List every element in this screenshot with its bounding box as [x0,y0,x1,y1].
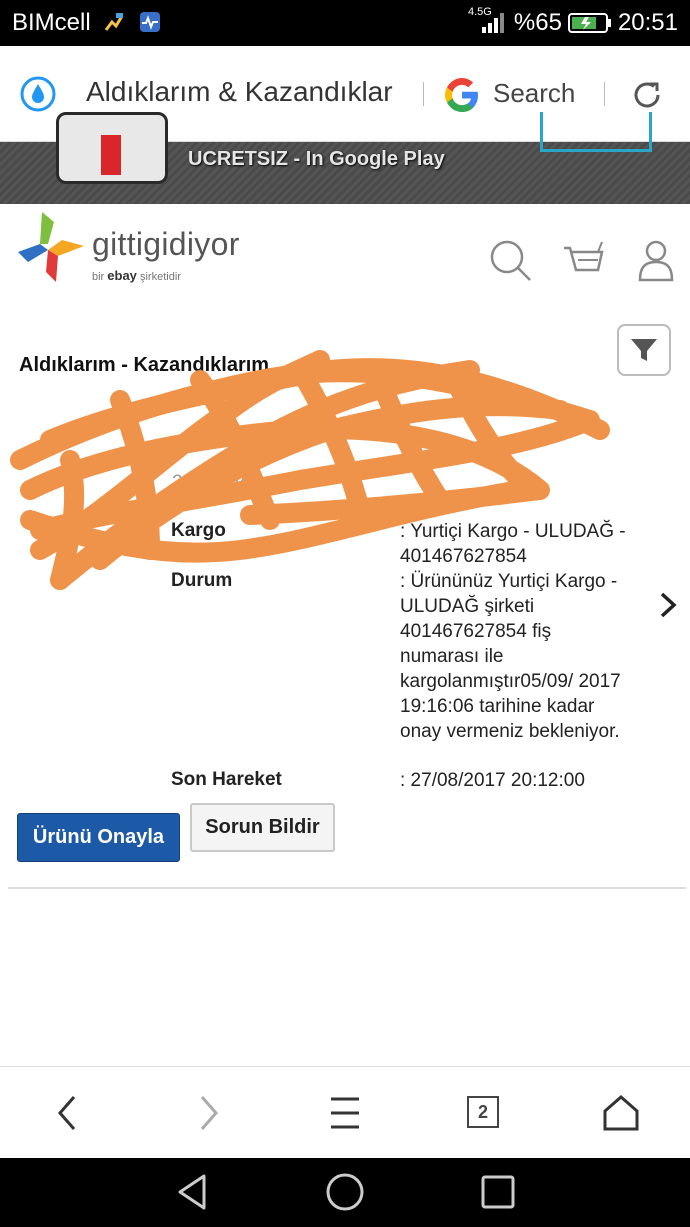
status-right: %65 20:51 [480,9,678,37]
logo-sub-prefix: bir [92,271,108,283]
cleaner-icon [104,13,124,31]
clock: 20:51 [617,9,678,36]
site-logo-subtitle: bir ebay şirketidir [92,268,181,283]
field-value-last-action: : 27/08/2017 20:12:00 [400,770,585,791]
browser-bottom-nav: 2 [0,1066,690,1158]
app-banner-text: UCRETSIZ - In Google Play [188,148,445,170]
app-logo-icon [56,112,168,184]
back-icon[interactable] [48,1093,88,1133]
site-security-icon[interactable] [18,74,58,114]
search-label[interactable]: Search [493,78,575,109]
home-icon[interactable] [601,1093,641,1133]
system-back-icon[interactable] [172,1172,212,1212]
system-home-icon[interactable] [325,1172,365,1212]
system-recents-icon[interactable] [478,1172,518,1212]
google-icon[interactable] [442,75,482,115]
app-install-button[interactable] [540,112,652,152]
filter-button[interactable] [617,324,671,376]
tabs-button[interactable]: 2 [467,1096,499,1128]
user-icon[interactable] [634,238,678,282]
content-divider [8,887,686,889]
battery-percent: %65 [513,9,562,36]
logo-sub-brand: ebay [107,268,137,283]
logo-sub-suffix: şirketidir [136,271,181,283]
refresh-icon[interactable] [630,78,664,112]
battery-icon [567,13,611,33]
menu-icon[interactable] [325,1093,365,1133]
search-icon[interactable] [488,238,532,282]
field-label-last-action: Son Hareket [171,769,282,790]
divider [604,82,605,106]
carrier-name: BIMcell [12,9,91,36]
redaction-scribble [10,350,610,590]
gittigidiyor-logo-icon[interactable] [18,212,84,282]
chevron-right-icon[interactable] [656,590,680,620]
health-app-icon [140,12,160,32]
filter-icon [631,339,657,361]
report-problem-button[interactable]: Sorun Bildir [190,803,335,852]
divider [423,82,424,106]
signal-icon [481,13,504,33]
cart-icon[interactable] [562,238,606,282]
forward-icon[interactable] [188,1093,228,1133]
confirm-product-button[interactable]: Ürünü Onayla [17,813,180,862]
site-header: gittigidiyor bir ebay şirketidir [0,204,690,300]
page-title[interactable]: Aldıklarım & Kazandıklar [86,76,393,108]
status-bar: BIMcell 4.5G %65 20:51 [0,0,690,46]
site-logo-text[interactable]: gittigidiyor [92,226,240,263]
system-nav-bar [0,1158,690,1227]
